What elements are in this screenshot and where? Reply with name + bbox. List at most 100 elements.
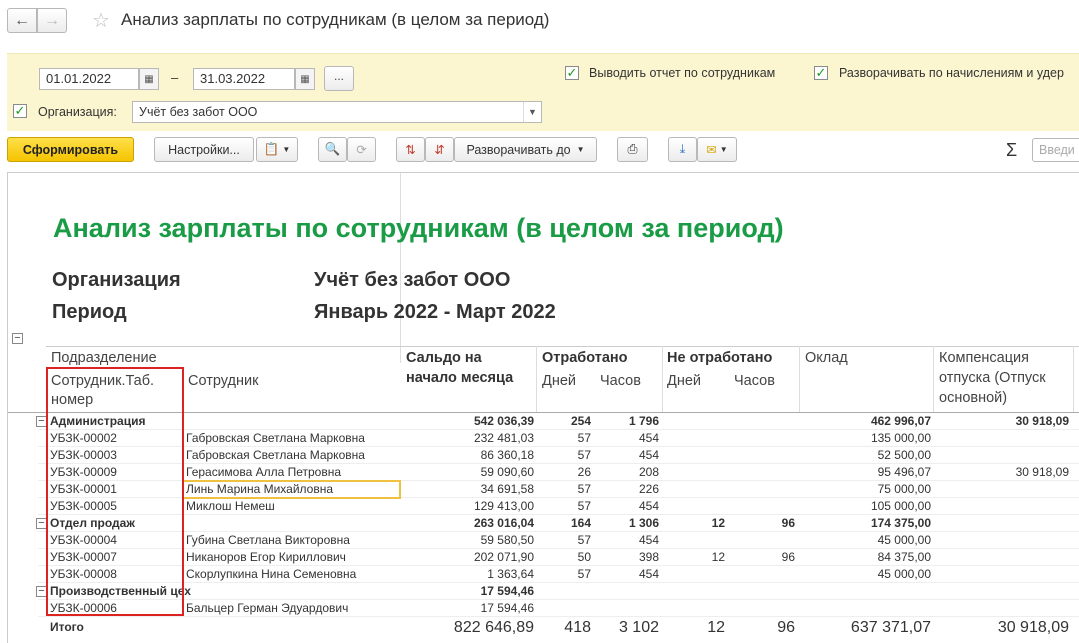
header-worked: Отработано (542, 350, 628, 366)
cell-comp: 30 918,09 (1015, 465, 1069, 479)
expand-to-label: Разворачивать до (466, 142, 571, 157)
cell-salary: 462 996,07 (870, 414, 931, 428)
send-email-button[interactable]: ✉ ▼ (697, 137, 737, 162)
report-area: Анализ зарплаты по сотрудникам (в целом … (7, 172, 1079, 643)
date-to-input[interactable]: 31.03.2022 (193, 68, 295, 90)
cell-w_hours: 454 (638, 431, 659, 445)
selected-cell (182, 480, 401, 499)
employees-checkbox-label: Выводить отчет по сотрудникам (589, 66, 776, 80)
sigma-icon[interactable]: Σ (1006, 140, 1017, 161)
col-divider (933, 346, 934, 412)
chevron-down-icon[interactable]: ▼ (523, 102, 541, 122)
employees-checkbox[interactable]: ✓ (565, 66, 579, 80)
printer-icon: ⎙ (627, 142, 638, 156)
header-comp-3: основной) (939, 390, 1008, 406)
col-divider (662, 346, 663, 412)
cell-salary: 174 375,00 (870, 516, 931, 530)
download-icon: ⤓ (679, 142, 686, 156)
expand-checkbox-label: Разворачивать по начислениям и удер (839, 66, 1064, 80)
collapse-all-icon[interactable]: − (12, 333, 23, 344)
report-period-label: Период (52, 301, 127, 323)
search-clear-button[interactable]: ⟳ (347, 137, 376, 162)
org-select-value: Учёт без забот ООО (139, 105, 258, 119)
checkmark-icon: ✓ (566, 65, 578, 80)
sort-asc-icon: ⇵ (434, 143, 445, 157)
date-range-dash: – (171, 70, 179, 85)
col-divider (536, 346, 537, 412)
cell-w_hours: 226 (638, 482, 659, 496)
sort-desc-button[interactable]: ⇅ (396, 137, 425, 162)
header-worked-days: Дней (542, 373, 576, 389)
employee-name-cell: Губина Светлана Викторовна (186, 533, 350, 547)
calendar-from-icon[interactable]: ▦ (139, 68, 159, 90)
back-button[interactable]: ← (7, 8, 37, 33)
window-title: Анализ зарплаты по сотрудникам (в целом … (121, 10, 550, 29)
cell-saldo: 17 594,46 (480, 584, 534, 598)
report-org-value: Учёт без забот ООО (314, 269, 511, 291)
cell-w_hours: 454 (638, 567, 659, 581)
group-row[interactable] (38, 583, 1079, 600)
cell-salary: 45 000,00 (877, 533, 931, 547)
sort-asc-button[interactable]: ⇵ (425, 137, 454, 162)
header-top-line (46, 346, 1079, 347)
cell-salary: 45 000,00 (877, 567, 931, 581)
employee-name-cell: Миклош Немеш (186, 499, 275, 513)
chevron-down-icon: ▼ (576, 145, 585, 154)
cell-salary: 84 375,00 (877, 550, 931, 564)
total-label: Итого (50, 620, 84, 634)
employee-name-cell: Никаноров Егор Кириллович (186, 550, 346, 564)
cell-salary: 75 000,00 (877, 482, 931, 496)
sort-desc-icon: ⇅ (405, 143, 416, 157)
header-not-worked-hours: Часов (734, 373, 775, 389)
arrow-left-icon: ← (14, 11, 30, 29)
envelope-icon: ✉ (706, 143, 717, 157)
cell-w_hours: 208 (638, 465, 659, 479)
total-salary: 637 371,07 (850, 619, 931, 636)
header-salary: Оклад (805, 350, 848, 366)
cell-salary: 105 000,00 (870, 499, 931, 513)
search-button[interactable]: 🔍 (318, 137, 347, 162)
calendar-to-icon[interactable]: ▦ (295, 68, 315, 90)
download-button[interactable]: ⤓ (668, 137, 697, 162)
cell-nw_hours: 96 (781, 550, 795, 564)
variants-button[interactable]: 📋 ▼ (256, 137, 298, 162)
cell-w_hours: 454 (638, 448, 659, 462)
search-icon: 🔍 (324, 142, 341, 156)
date-from-input[interactable]: 01.01.2022 (39, 68, 139, 90)
period-select-button[interactable]: ... (324, 66, 354, 91)
cell-comp: 30 918,09 (1015, 414, 1069, 428)
cell-salary: 95 496,07 (877, 465, 931, 479)
settings-panel: 01.01.2022 ▦ – 31.03.2022 ▦ ... ✓ Выводи… (7, 53, 1079, 131)
search-clear-icon: ⟳ (356, 143, 367, 157)
org-checkbox[interactable]: ✓ (13, 104, 27, 118)
favorite-star-icon[interactable]: ☆ (92, 8, 110, 33)
employee-name-cell: Габровская Светлана Марковна (186, 448, 365, 462)
employee-name-cell: Скорлупкина Нина Семеновна (186, 567, 357, 581)
arrow-right-icon: → (44, 11, 60, 29)
header-saldo-1: Сальдо на (406, 350, 482, 366)
chevron-down-icon: ▼ (719, 145, 728, 154)
header-comp-2: отпуска (Отпуск (939, 370, 1046, 386)
col-divider (1073, 346, 1074, 412)
employee-name-cell: Габровская Светлана Марковна (186, 431, 365, 445)
checkmark-icon: ✓ (14, 103, 26, 118)
chevron-down-icon: ▼ (282, 145, 291, 154)
report-org-label: Организация (52, 269, 181, 291)
col-divider (799, 346, 800, 412)
employee-name-cell: Герасимова Алла Петровна (186, 465, 342, 479)
org-label: Организация: (38, 105, 117, 119)
header-not-worked-days: Дней (667, 373, 701, 389)
toolbar-search-input[interactable]: Введи (1032, 138, 1079, 162)
generate-button[interactable]: Сформировать (7, 137, 134, 162)
expand-checkbox[interactable]: ✓ (814, 66, 828, 80)
org-select[interactable]: Учёт без забот ООО ▼ (132, 101, 542, 123)
report-divider (400, 173, 401, 363)
print-button[interactable]: ⎙ (617, 137, 648, 162)
forward-button[interactable]: → (37, 8, 67, 33)
report-title: Анализ зарплаты по сотрудникам (в целом … (53, 213, 784, 243)
cell-w_hours: 454 (638, 533, 659, 547)
settings-button[interactable]: Настройки... (154, 137, 254, 162)
cell-saldo: 17 594,46 (480, 601, 534, 615)
expand-to-button[interactable]: Разворачивать до ▼ (454, 137, 597, 162)
header-worked-hours: Часов (600, 373, 641, 389)
